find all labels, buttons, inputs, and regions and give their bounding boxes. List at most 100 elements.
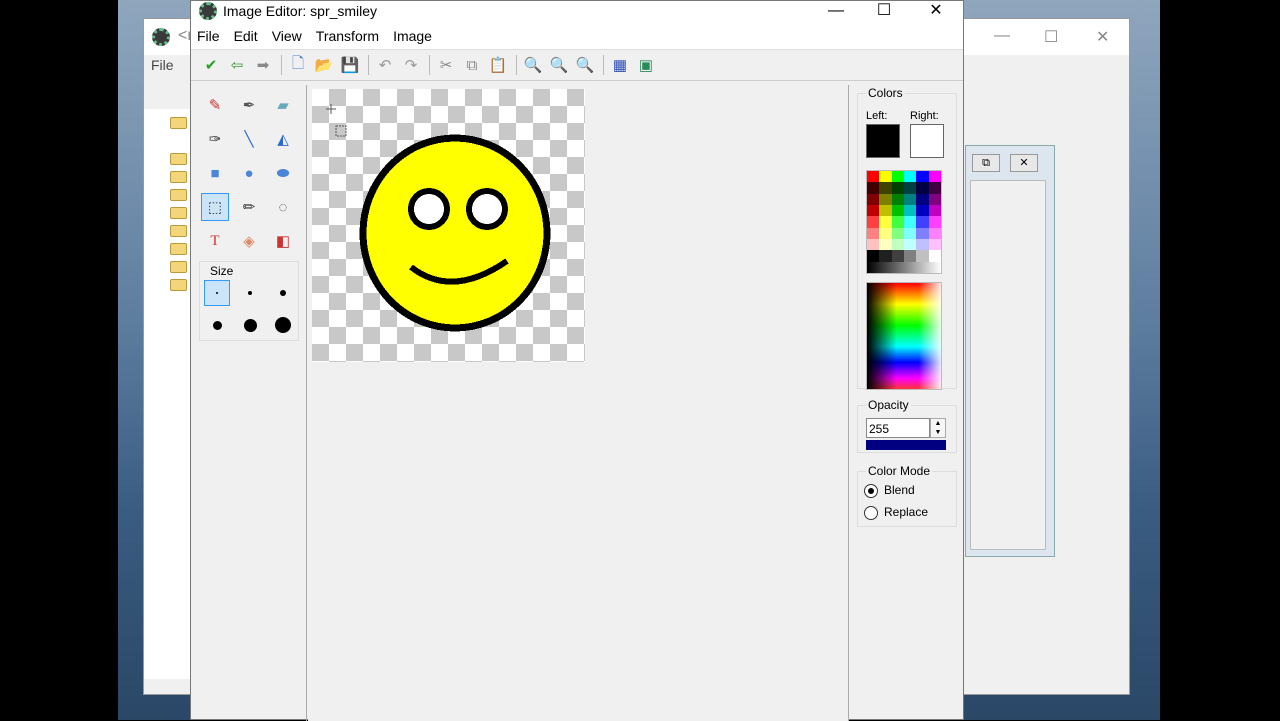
palette-swatch[interactable] (891, 171, 904, 183)
palette-swatch[interactable] (928, 171, 941, 183)
palette-swatch[interactable] (916, 171, 929, 183)
select-ellipse-icon[interactable]: ◌ (269, 193, 297, 221)
color-picker-icon[interactable]: ✑ (201, 125, 229, 153)
brush-size-3[interactable] (270, 280, 296, 306)
menu-transform[interactable]: Transform (316, 28, 379, 44)
eraser-icon[interactable]: ▰ (269, 91, 297, 119)
menu-image[interactable]: Image (393, 28, 432, 44)
palette-swatch[interactable] (928, 182, 941, 194)
palette-swatch[interactable] (879, 182, 892, 194)
palette-swatch[interactable] (867, 204, 880, 217)
palette-swatch[interactable] (903, 227, 917, 239)
palette-swatch[interactable] (928, 238, 941, 251)
palette-swatch[interactable] (916, 193, 929, 205)
fill-icon[interactable]: ◈ (235, 227, 263, 255)
palette-swatch[interactable] (916, 204, 929, 217)
folder-icon[interactable] (170, 171, 187, 183)
palette-swatch[interactable] (891, 250, 904, 262)
radio-replace[interactable] (864, 506, 878, 520)
folder-icon[interactable] (170, 207, 187, 219)
palette-swatch[interactable] (867, 238, 880, 251)
minimize-button[interactable]: — (813, 1, 859, 23)
forward-arrow-icon[interactable]: ➡ (253, 55, 273, 75)
radio-blend[interactable] (864, 484, 878, 498)
palette-swatch[interactable] (879, 216, 892, 228)
palette-swatch[interactable] (891, 238, 904, 251)
left-color-swatch[interactable] (866, 124, 900, 158)
ellipse-icon[interactable]: ● (235, 159, 263, 187)
brush-size-2[interactable] (237, 280, 263, 306)
brush-size-1[interactable] (204, 280, 230, 306)
palette-swatch[interactable] (903, 182, 917, 194)
palette-swatch[interactable] (891, 227, 904, 239)
close-button[interactable]: ✕ (913, 1, 959, 23)
grid-icon[interactable]: ▦ (610, 55, 630, 75)
palette-swatch[interactable] (928, 193, 941, 205)
brush-size-5[interactable] (237, 312, 263, 338)
palette-swatch[interactable] (867, 227, 880, 239)
image-icon[interactable]: ▣ (636, 55, 656, 75)
folder-icon[interactable] (170, 261, 187, 273)
color-spectrum-picker[interactable] (866, 282, 942, 390)
maximize-icon[interactable]: ☐ (1044, 27, 1058, 47)
palette-swatch[interactable] (903, 216, 917, 228)
right-color-swatch[interactable] (910, 124, 944, 158)
palette-swatch[interactable] (867, 182, 880, 194)
opacity-spinner[interactable]: ▲ ▼ (930, 418, 946, 438)
minimize-icon[interactable]: — (994, 27, 1010, 45)
palette-swatch[interactable] (903, 250, 917, 262)
folder-icon[interactable] (170, 153, 187, 165)
palette-swatch[interactable] (891, 216, 904, 228)
folder-icon[interactable] (170, 189, 187, 201)
copy-icon[interactable]: ⧉ (462, 55, 482, 75)
palette-swatch[interactable] (928, 204, 941, 217)
palette-swatch[interactable] (891, 193, 904, 205)
palette-swatch[interactable] (867, 250, 880, 262)
paste-icon[interactable]: 📋 (488, 55, 508, 75)
brush-size-6[interactable] (270, 312, 296, 338)
spray-icon[interactable]: ✒ (235, 91, 263, 119)
menu-file[interactable]: File (197, 28, 220, 44)
palette-swatch[interactable] (879, 204, 892, 217)
folder-icon[interactable] (170, 279, 187, 291)
close-icon[interactable]: ✕ (1096, 27, 1109, 47)
resource-tree[interactable] (144, 109, 192, 679)
palette-swatch[interactable] (879, 238, 892, 251)
redo-icon[interactable]: ↷ (401, 55, 421, 75)
palette-swatch[interactable] (916, 227, 929, 239)
close-button[interactable]: ✕ (1010, 154, 1038, 172)
palette-swatch[interactable] (867, 171, 880, 183)
line-icon[interactable]: ╲ (235, 125, 263, 153)
folder-icon[interactable] (170, 225, 187, 237)
folder-icon[interactable] (170, 117, 187, 129)
undo-arrow-back-icon[interactable]: ⇦ (227, 55, 247, 75)
brush-size-4[interactable] (204, 312, 230, 338)
palette-swatch[interactable] (916, 238, 929, 251)
confirm-icon[interactable]: ✔ (201, 55, 221, 75)
menu-view[interactable]: View (272, 28, 302, 44)
zoom-in-icon[interactable]: 🔍 (575, 55, 595, 75)
new-icon[interactable]: 🗋 (288, 55, 308, 75)
undo-icon[interactable]: ↶ (375, 55, 395, 75)
restore-button[interactable]: ⧉ (972, 154, 1000, 172)
palette-swatch[interactable] (891, 204, 904, 217)
folder-icon[interactable] (170, 243, 187, 255)
palette-swatch[interactable] (891, 182, 904, 194)
palette-swatch[interactable] (903, 238, 917, 251)
palette-swatch[interactable] (879, 227, 892, 239)
text-icon[interactable]: T (201, 227, 229, 255)
zoom-out-icon[interactable]: 🔍 (523, 55, 543, 75)
palette-swatch[interactable] (867, 193, 880, 205)
replace-color-icon[interactable]: ◧ (269, 227, 297, 255)
canvas-area[interactable] (308, 85, 849, 721)
palette-swatch[interactable] (903, 193, 917, 205)
color-palette[interactable] (866, 170, 942, 274)
maximize-button[interactable]: ☐ (861, 1, 907, 23)
menu-edit[interactable]: Edit (234, 28, 258, 44)
palette-swatch[interactable] (879, 171, 892, 183)
magic-wand-icon[interactable]: ✏ (235, 193, 263, 221)
palette-swatch[interactable] (879, 250, 892, 262)
palette-swatch[interactable] (879, 193, 892, 205)
zoom-reset-icon[interactable]: 🔍 (549, 55, 569, 75)
pencil-icon[interactable]: ✎ (201, 91, 229, 119)
